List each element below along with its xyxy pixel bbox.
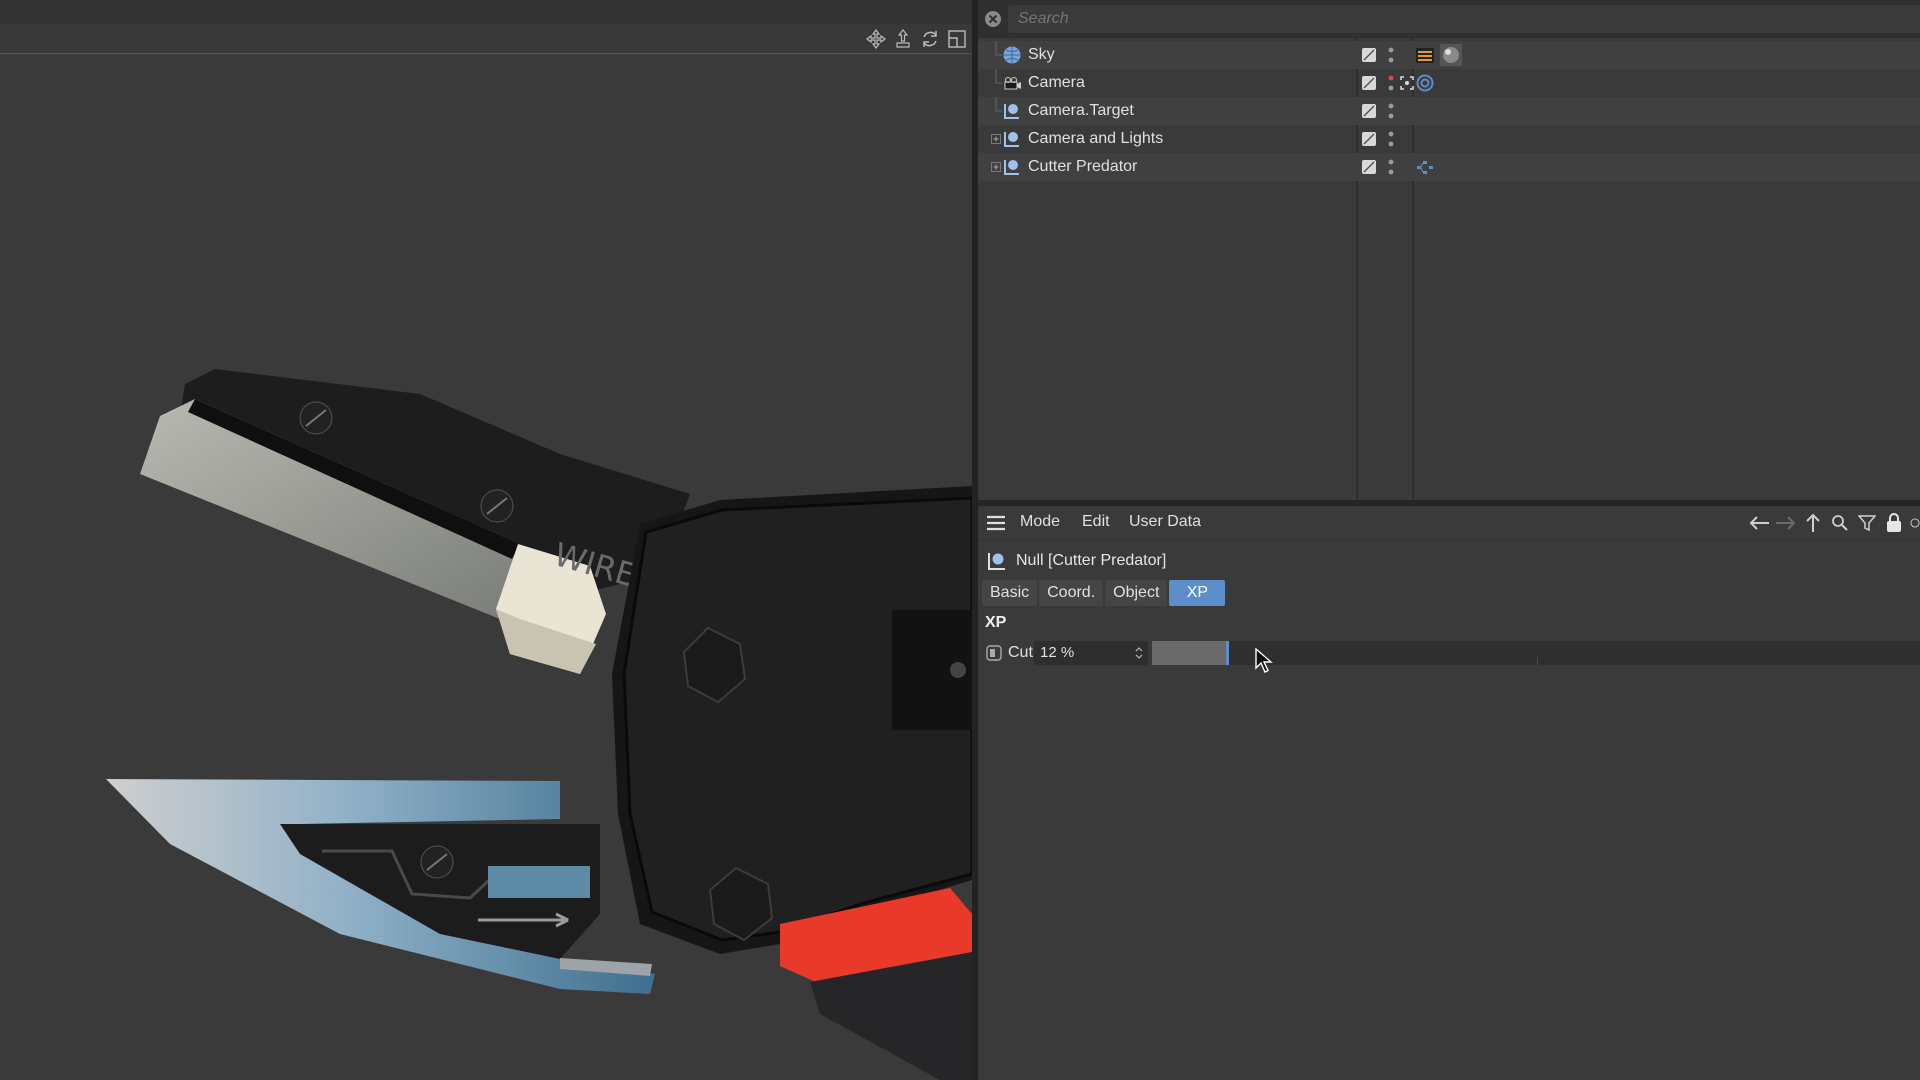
visibility-dots[interactable] — [1388, 45, 1394, 65]
tree-line — [995, 69, 1002, 84]
mouse-cursor-icon — [1255, 648, 1273, 673]
switch-view-icon[interactable] — [946, 28, 968, 50]
visibility-dots[interactable] — [1388, 157, 1394, 177]
cut-slider-fill — [1152, 641, 1226, 665]
object-title: Null [Cutter Predator] — [1016, 552, 1167, 569]
tab-object[interactable]: Object — [1105, 580, 1168, 606]
attribute-tabs: Basic Coord. Object XP — [982, 580, 1227, 606]
object-row-camera-target[interactable]: Camera.Target — [978, 97, 1920, 125]
material-tag-icon[interactable] — [1440, 44, 1462, 66]
filter-icon[interactable] — [1856, 512, 1878, 534]
hamburger-menu-icon[interactable] — [986, 514, 1006, 532]
xpresso-tag-icon[interactable] — [1414, 156, 1436, 178]
slider-midpoint-tick — [1537, 657, 1538, 665]
close-search-icon[interactable] — [984, 10, 1002, 28]
visibility-dots[interactable] — [1388, 129, 1394, 149]
keyframe-icon[interactable] — [986, 645, 1002, 661]
enable-checkbox[interactable] — [1362, 104, 1376, 118]
enable-checkbox[interactable] — [1362, 132, 1376, 146]
cut-value-field[interactable]: 12 % — [1034, 641, 1148, 665]
search-input[interactable] — [1008, 5, 1920, 33]
object-manager-search-bar — [978, 0, 1920, 38]
null-icon — [1002, 101, 1022, 121]
move-view-icon[interactable] — [865, 28, 887, 50]
visibility-dots[interactable] — [1388, 73, 1394, 93]
viewport-top-bar — [0, 0, 974, 24]
up-arrow-icon[interactable] — [1802, 512, 1824, 534]
object-row-camera[interactable]: Camera — [978, 69, 1920, 97]
null-icon — [1002, 129, 1022, 149]
cut-parameter: Cut 12 % — [984, 640, 1920, 666]
object-row-camera-and-lights[interactable]: Camera and Lights — [978, 125, 1920, 153]
object-list: Sky Camera Camera.Target Camera and Ligh… — [978, 38, 1920, 500]
tab-xp[interactable]: XP — [1169, 580, 1226, 606]
object-name: Sky — [1028, 46, 1055, 63]
cut-label: Cut — [1008, 644, 1033, 661]
target-tag-icon[interactable] — [1414, 72, 1436, 94]
rotate-view-icon[interactable] — [919, 28, 941, 50]
attribute-manager: Mode Edit User Data Null [Cutter Predato… — [978, 506, 1920, 1080]
viewport-toolbar — [0, 24, 974, 54]
cut-stepper-icon[interactable] — [1134, 645, 1144, 661]
menu-user-data[interactable]: User Data — [1129, 513, 1201, 531]
object-name: Camera — [1028, 74, 1085, 91]
camera-icon — [1002, 73, 1022, 93]
scene-tag-icon[interactable] — [1414, 44, 1436, 66]
sky-icon — [1002, 45, 1022, 65]
null-icon — [1002, 157, 1022, 177]
cutter-model-render: WIRE — [106, 369, 972, 1080]
forward-arrow-icon[interactable] — [1775, 512, 1797, 534]
tree-line — [995, 41, 1002, 56]
tree-line — [995, 97, 1002, 112]
expand-icon[interactable] — [990, 153, 1002, 181]
enable-checkbox[interactable] — [1362, 76, 1376, 90]
object-name: Camera and Lights — [1028, 130, 1164, 147]
menu-mode[interactable]: Mode — [1020, 513, 1060, 531]
enable-checkbox[interactable] — [1362, 48, 1376, 62]
new-panel-icon[interactable] — [1910, 512, 1920, 534]
3d-viewport[interactable]: WIRE — [0, 54, 972, 1080]
menu-edit[interactable]: Edit — [1082, 513, 1110, 531]
object-row-sky[interactable]: Sky — [978, 41, 1920, 69]
lock-icon[interactable] — [1883, 512, 1905, 534]
search-icon[interactable] — [1829, 512, 1851, 534]
tab-coord[interactable]: Coord. — [1039, 580, 1104, 606]
expand-icon[interactable] — [990, 125, 1002, 153]
object-row-cutter-predator[interactable]: Cutter Predator — [978, 153, 1920, 181]
enable-checkbox[interactable] — [1362, 160, 1376, 174]
attribute-menubar: Mode Edit User Data — [978, 506, 1920, 541]
null-icon — [986, 550, 1008, 572]
zoom-view-icon[interactable] — [892, 28, 914, 50]
tab-basic[interactable]: Basic — [982, 580, 1038, 606]
group-title: XP — [985, 614, 1007, 631]
object-name: Camera.Target — [1028, 102, 1134, 119]
cut-slider-handle[interactable] — [1226, 641, 1229, 665]
back-arrow-icon[interactable] — [1748, 512, 1770, 534]
visibility-dots[interactable] — [1388, 101, 1394, 121]
object-name: Cutter Predator — [1028, 158, 1138, 175]
